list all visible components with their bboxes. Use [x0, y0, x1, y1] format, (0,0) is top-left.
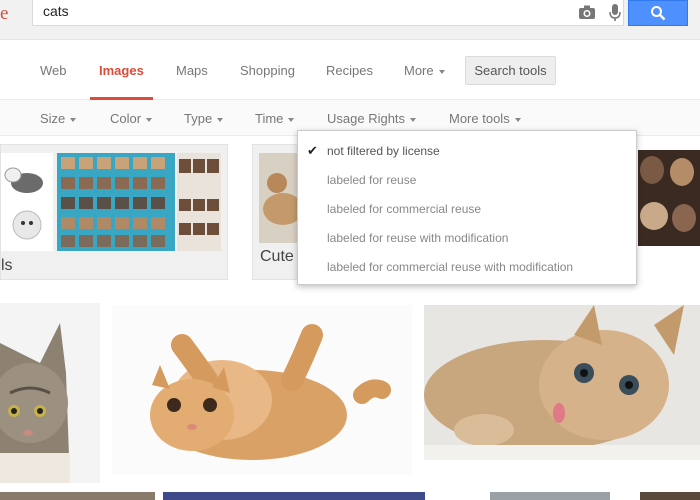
tab-recipes[interactable]: Recipes — [326, 63, 373, 78]
chevron-down-icon — [217, 117, 224, 122]
tab-more[interactable]: More — [404, 63, 445, 78]
menu-item-commercial-reuse-modification[interactable]: labeled for commercial reuse with modifi… — [327, 260, 573, 274]
related-card[interactable]: ls — [0, 144, 228, 280]
related-card-thumbnail[interactable] — [638, 150, 700, 246]
usage-rights-menu: ✔ not filtered by license labeled for re… — [297, 130, 637, 285]
menu-item-labeled-for-reuse[interactable]: labeled for reuse — [327, 173, 416, 187]
check-icon: ✔ — [307, 143, 318, 158]
menu-item-reuse-modification[interactable]: labeled for reuse with modification — [327, 231, 508, 245]
camera-icon[interactable] — [578, 4, 596, 20]
chevron-down-icon — [288, 117, 295, 122]
image-result[interactable] — [424, 305, 700, 460]
tab-images[interactable]: Images — [99, 63, 144, 78]
image-result[interactable] — [0, 492, 155, 500]
menu-item-commercial-reuse[interactable]: labeled for commercial reuse — [327, 202, 481, 216]
chevron-down-icon — [410, 117, 417, 122]
image-result[interactable] — [0, 303, 100, 483]
search-button[interactable] — [628, 0, 688, 26]
search-icon — [651, 6, 666, 21]
tool-type-label: Type — [184, 111, 213, 126]
tab-shopping[interactable]: Shopping — [240, 63, 295, 78]
image-result[interactable] — [163, 492, 425, 500]
tool-more-tools[interactable]: More tools — [449, 111, 521, 126]
image-result[interactable] — [112, 305, 412, 475]
tab-maps[interactable]: Maps — [176, 63, 208, 78]
image-result[interactable] — [490, 492, 610, 500]
related-card-label: ls — [1, 257, 13, 274]
tool-time-label: Time — [255, 111, 284, 126]
search-box[interactable]: cats — [32, 0, 624, 26]
related-card-thumbnail — [1, 153, 221, 251]
image-result-thumbnail — [0, 303, 100, 483]
image-result-thumbnail — [112, 305, 412, 475]
tool-usage-rights-label: Usage Rights — [327, 111, 406, 126]
top-header: e cats — [0, 0, 700, 40]
microphone-icon[interactable] — [608, 3, 622, 23]
related-card-label: Cute — [260, 248, 294, 265]
menu-item-not-filtered[interactable]: not filtered by license — [327, 144, 440, 158]
tool-usage-rights[interactable]: Usage Rights — [327, 111, 417, 126]
search-tools-button[interactable]: Search tools — [465, 56, 556, 85]
chevron-down-icon — [438, 69, 445, 74]
search-input[interactable]: cats — [43, 3, 69, 19]
tool-more-tools-label: More tools — [449, 111, 510, 126]
chevron-down-icon — [146, 117, 153, 122]
tool-size-label: Size — [40, 111, 66, 126]
tab-more-label: More — [404, 63, 434, 78]
tool-time[interactable]: Time — [255, 111, 295, 126]
tool-type[interactable]: Type — [184, 111, 224, 126]
image-result[interactable] — [640, 492, 700, 500]
tool-color-label: Color — [110, 111, 142, 126]
image-result-thumbnail — [424, 305, 700, 460]
search-tabs: Web Images Maps Shopping Recipes More Se… — [0, 40, 700, 100]
google-logo[interactable]: e — [0, 3, 8, 25]
chevron-down-icon — [70, 117, 77, 122]
tool-color[interactable]: Color — [110, 111, 153, 126]
tool-size[interactable]: Size — [40, 111, 77, 126]
chevron-down-icon — [514, 117, 521, 122]
tab-web[interactable]: Web — [40, 63, 67, 78]
